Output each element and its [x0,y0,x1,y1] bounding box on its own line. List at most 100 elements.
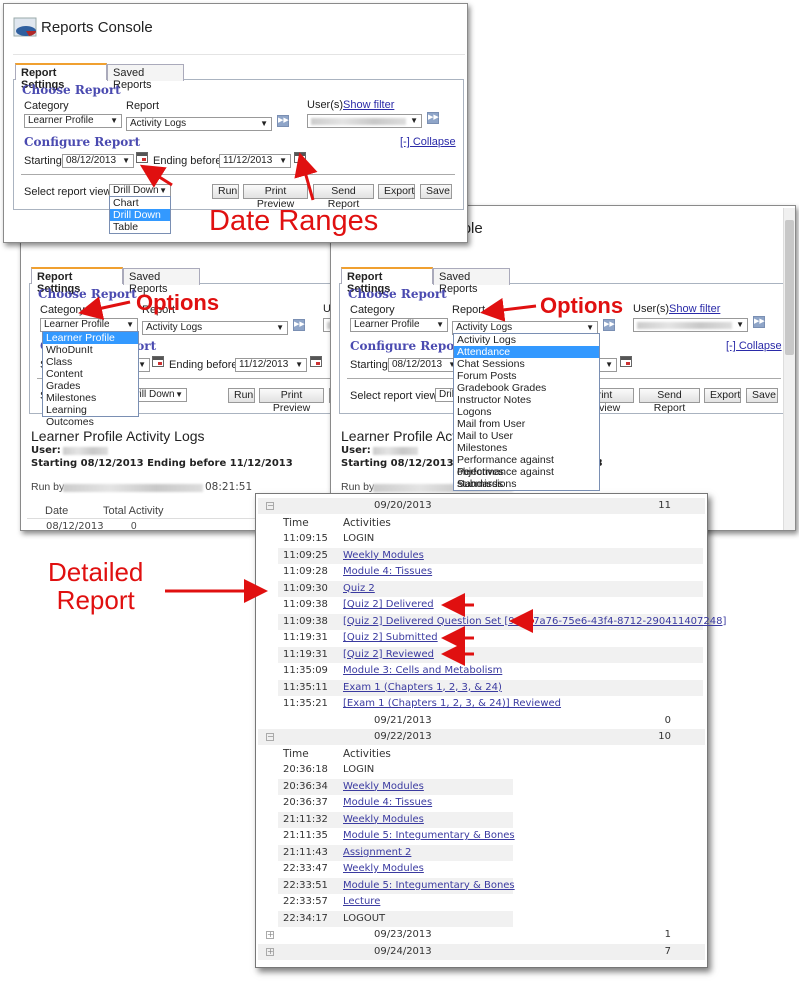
apply-users-button[interactable]: ▶▶ [427,112,439,124]
activity-time: 11:35:09 [283,665,328,676]
dropdown-option[interactable]: Milestones [454,442,599,454]
tab-saved-reports[interactable]: Saved Reports [123,268,200,295]
dropdown-option[interactable]: Grades [43,380,138,392]
calendar-icon[interactable] [152,356,164,367]
activity-link[interactable]: Lecture [343,894,380,910]
dropdown-option[interactable]: Milestones [43,392,138,404]
dropdown-option[interactable]: Mail to User [454,430,599,442]
apply-report-button[interactable]: ▶▶ [293,319,305,331]
scrollbar-thumb[interactable] [785,220,794,355]
reports-window-report: Reports ConsoleReport SettingsSaved Repo… [330,205,796,531]
collapse-icon[interactable]: − [266,502,274,510]
report-select[interactable]: Activity Logs ▼ [126,117,272,131]
category-select[interactable]: Learner Profile ▼ [24,114,122,128]
start-date-select[interactable]: 08/12/2013▼ [62,154,134,168]
end-date-select[interactable]: 11/12/2013 ▼ [235,358,307,372]
export-button[interactable]: Export [704,388,741,403]
export-button[interactable]: Export [378,184,415,199]
calendar-icon[interactable] [620,356,632,367]
activity-link[interactable]: Weekly Modules [343,861,424,877]
activity-link[interactable]: Module 4: Tissues [343,795,432,811]
dropdown-option[interactable]: Logons [454,406,599,418]
dropdown-option[interactable]: Attendance [454,346,599,358]
dropdown-option[interactable]: Chart [110,197,170,209]
dropdown-option[interactable]: Performance against objectives [454,454,599,478]
calendar-icon[interactable] [310,356,322,367]
show-filter-link[interactable]: Show filter [343,99,394,111]
users-select[interactable]: ▼ [633,318,748,332]
activity-link[interactable]: Module 5: Integumentary & Bones [343,878,515,894]
tab-report-settings[interactable]: Report Settings [31,267,123,295]
configure-report-heading: Configure Report [24,135,141,149]
activity-link[interactable]: Weekly Modules [343,548,424,564]
dropdown-option[interactable]: Table [110,221,170,233]
collapse-link[interactable]: [-] Collapse [400,136,456,148]
dropdown-option[interactable]: Submissions [454,478,599,490]
dropdown-option[interactable]: Content [43,368,138,380]
date-group-row[interactable]: − 09/20/2013 11 [258,498,705,514]
apply-report-button[interactable]: ▶▶ [603,319,615,331]
date-group-row[interactable]: +09/23/2013 1 [258,927,705,943]
send-report-button[interactable]: Send Report [639,388,700,414]
apply-report-button[interactable]: ▶▶ [277,115,289,127]
report-select[interactable]: Activity Logs ▼ [142,321,288,335]
send-report-button[interactable]: Send Report [313,184,374,210]
date-group-row[interactable]: − 09/22/2013 10 [258,729,705,745]
print-preview-button[interactable]: Print Preview [243,184,308,210]
calendar-icon[interactable] [294,152,306,163]
tab-saved-reports[interactable]: Saved Reports [433,268,510,295]
tab-saved-reports[interactable]: Saved Reports [107,64,184,91]
save-button[interactable]: Save [746,388,778,403]
dropdown-option[interactable]: Performance against standards [454,466,599,490]
date-group-row[interactable]: +09/24/2013 7 [258,943,705,960]
run-button[interactable]: Run [212,184,239,199]
dropdown-option[interactable]: Chat Sessions [454,358,599,370]
activity-link[interactable]: Module 5: Integumentary & Bones [343,828,515,844]
activity-link[interactable]: Exam 1 (Chapters 1, 2, 3, & 24) [343,680,502,696]
date-group-row[interactable]: 09/21/2013 0 [258,712,705,729]
collapse-link[interactable]: [-] Collapse [726,340,782,352]
category-select[interactable]: Learner Profile ▼ [350,318,448,332]
report-dropdown[interactable]: Activity Logs Attendance Chat Sessions Foru… [453,333,600,491]
category-label: Category [350,304,395,316]
activity-link[interactable]: [Exam 1 (Chapters 1, 2, 3, & 24)] Review… [343,696,561,712]
activity-link[interactable]: Quiz 2 [343,581,375,597]
save-button[interactable]: Save [420,184,452,199]
activity-link[interactable]: Module 3: Cells and Metabolism [343,663,502,679]
dropdown-option[interactable]: Forum Posts [454,370,599,382]
run-button[interactable]: Run [228,388,255,403]
dropdown-option[interactable]: Drill Down [110,209,170,221]
category-dropdown[interactable]: Learner Profile WhoDunIt Class Content Grade… [42,331,139,428]
dropdown-option[interactable]: Gradebook Grades [454,382,599,394]
activity-link[interactable]: [Quiz 2] Reviewed [343,647,434,663]
report-view-dropdown[interactable]: Chart Drill Down Table [109,196,171,234]
start-date-select[interactable]: 08/12/2013▼ [388,358,460,372]
expand-icon[interactable]: + [266,947,274,956]
apply-users-button[interactable]: ▶▶ [753,316,765,328]
activity-link[interactable]: [Quiz 2] Submitted [343,630,438,646]
users-select[interactable]: ▼ [307,114,422,128]
scrollbar[interactable] [783,208,795,530]
dropdown-option[interactable]: Mail from User [454,418,599,430]
tab-report-settings[interactable]: Report Settings [341,267,433,295]
tab-report-settings[interactable]: Report Settings [15,63,107,91]
show-filter-link[interactable]: Show filter [669,303,720,315]
category-select[interactable]: Learner Profile ▼ [40,318,138,332]
calendar-icon[interactable] [136,152,148,163]
expand-icon[interactable]: + [266,931,274,939]
activity-link[interactable]: Module 4: Tissues [343,564,432,580]
end-date-select[interactable]: 11/12/2013 ▼ [219,154,291,168]
collapse-icon[interactable]: − [266,733,274,741]
dropdown-option[interactable]: WhoDunIt [43,344,138,356]
dropdown-option[interactable]: Activity Logs [454,334,599,346]
print-preview-button[interactable]: Print Preview [259,388,324,414]
dropdown-option[interactable]: Learner Profile [43,332,138,344]
dropdown-option[interactable]: Class [43,356,138,368]
activity-link[interactable]: [Quiz 2] Delivered [343,597,434,613]
activity-link[interactable]: [Quiz 2] Delivered Question Set [9a6a7a7… [343,614,726,630]
activity-link[interactable]: Weekly Modules [343,779,424,795]
dropdown-option[interactable]: Instructor Notes [454,394,599,406]
dropdown-option[interactable]: Learning Outcomes [43,404,138,428]
activity-link[interactable]: Weekly Modules [343,812,424,828]
activity-link[interactable]: Assignment 2 [343,845,411,861]
